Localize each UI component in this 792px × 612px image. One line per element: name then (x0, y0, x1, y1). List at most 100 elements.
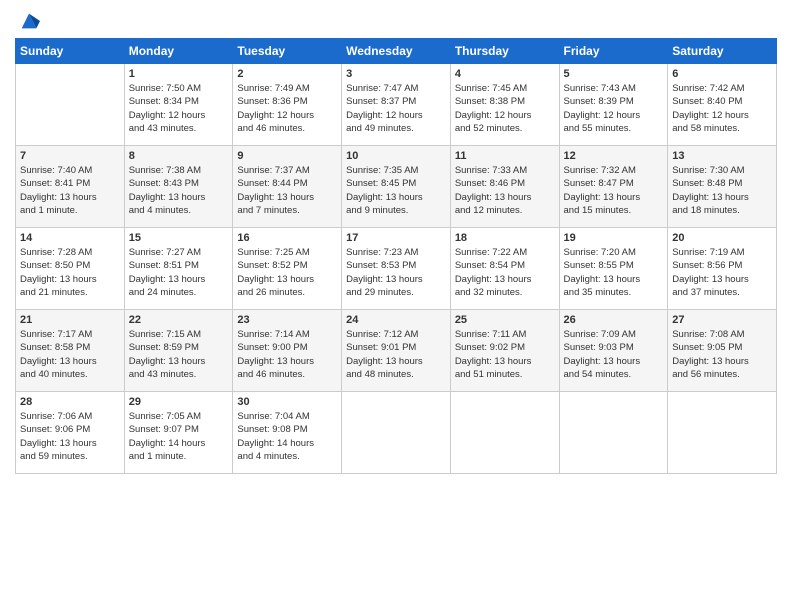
day-info: Sunrise: 7:08 AM Sunset: 9:05 PM Dayligh… (672, 328, 772, 381)
calendar-cell: 23 Sunrise: 7:14 AM Sunset: 9:00 PM Dayli… (233, 310, 342, 392)
header-cell-tuesday: Tuesday (233, 39, 342, 64)
day-number: 4 (455, 68, 555, 80)
day-number: 28 (20, 396, 120, 408)
day-number: 14 (20, 232, 120, 244)
calendar-cell: 6 Sunrise: 7:42 AM Sunset: 8:40 PM Daylig… (668, 64, 777, 146)
day-info: Sunrise: 7:32 AM Sunset: 8:47 PM Dayligh… (564, 164, 664, 217)
day-number: 7 (20, 150, 120, 162)
calendar-cell: 18 Sunrise: 7:22 AM Sunset: 8:54 PM Dayli… (450, 228, 559, 310)
calendar-cell: 8 Sunrise: 7:38 AM Sunset: 8:43 PM Daylig… (124, 146, 233, 228)
day-number: 27 (672, 314, 772, 326)
week-row-0: 1 Sunrise: 7:50 AM Sunset: 8:34 PM Daylig… (16, 64, 777, 146)
day-number: 8 (129, 150, 229, 162)
day-number: 12 (564, 150, 664, 162)
day-number: 24 (346, 314, 446, 326)
day-info: Sunrise: 7:49 AM Sunset: 8:36 PM Dayligh… (237, 82, 337, 135)
calendar-cell: 26 Sunrise: 7:09 AM Sunset: 9:03 PM Dayli… (559, 310, 668, 392)
calendar-cell: 3Sunrise: 7:47 AM Sunset: 8:37 PM Daylig… (342, 64, 451, 146)
calendar-cell: 4 Sunrise: 7:45 AM Sunset: 8:38 PM Daylig… (450, 64, 559, 146)
calendar-cell: 13 Sunrise: 7:30 AM Sunset: 8:48 PM Dayli… (668, 146, 777, 228)
day-info: Sunrise: 7:40 AM Sunset: 8:41 PM Dayligh… (20, 164, 120, 217)
day-info: Sunrise: 7:27 AM Sunset: 8:51 PM Dayligh… (129, 246, 229, 299)
header-row: SundayMondayTuesdayWednesdayThursdayFrid… (16, 39, 777, 64)
calendar-cell (668, 392, 777, 474)
calendar-cell (559, 392, 668, 474)
day-info: Sunrise: 7:14 AM Sunset: 9:00 PM Dayligh… (237, 328, 337, 381)
day-info: Sunrise: 7:11 AM Sunset: 9:02 PM Dayligh… (455, 328, 555, 381)
day-number: 16 (237, 232, 337, 244)
day-info: Sunrise: 7:43 AM Sunset: 8:39 PM Dayligh… (564, 82, 664, 135)
logo-icon (18, 10, 40, 32)
calendar-cell: 30Sunrise: 7:04 AM Sunset: 9:08 PM Dayli… (233, 392, 342, 474)
week-row-2: 14 Sunrise: 7:28 AM Sunset: 8:50 PM Dayli… (16, 228, 777, 310)
calendar-cell (450, 392, 559, 474)
main-container: SundayMondayTuesdayWednesdayThursdayFrid… (0, 0, 792, 612)
calendar-cell: 29 Sunrise: 7:05 AM Sunset: 9:07 PM Dayli… (124, 392, 233, 474)
day-info: Sunrise: 7:09 AM Sunset: 9:03 PM Dayligh… (564, 328, 664, 381)
day-info: Sunrise: 7:30 AM Sunset: 8:48 PM Dayligh… (672, 164, 772, 217)
day-number: 19 (564, 232, 664, 244)
day-info: Sunrise: 7:33 AM Sunset: 8:46 PM Dayligh… (455, 164, 555, 217)
calendar-cell (342, 392, 451, 474)
day-number: 6 (672, 68, 772, 80)
calendar-cell: 12 Sunrise: 7:32 AM Sunset: 8:47 PM Dayli… (559, 146, 668, 228)
day-info: Sunrise: 7:22 AM Sunset: 8:54 PM Dayligh… (455, 246, 555, 299)
calendar-cell: 19 Sunrise: 7:20 AM Sunset: 8:55 PM Dayli… (559, 228, 668, 310)
day-number: 2 (237, 68, 337, 80)
header-cell-monday: Monday (124, 39, 233, 64)
day-number: 1 (129, 68, 229, 80)
day-info: Sunrise: 7:15 AM Sunset: 8:59 PM Dayligh… (129, 328, 229, 381)
calendar-cell (16, 64, 125, 146)
day-info: Sunrise: 7:47 AM Sunset: 8:37 PM Dayligh… (346, 82, 446, 135)
day-info: Sunrise: 7:19 AM Sunset: 8:56 PM Dayligh… (672, 246, 772, 299)
calendar-cell: 5 Sunrise: 7:43 AM Sunset: 8:39 PM Daylig… (559, 64, 668, 146)
calendar-cell: 14 Sunrise: 7:28 AM Sunset: 8:50 PM Dayli… (16, 228, 125, 310)
day-info: Sunrise: 7:06 AM Sunset: 9:06 PM Dayligh… (20, 410, 120, 463)
calendar-cell: 24 Sunrise: 7:12 AM Sunset: 9:01 PM Dayli… (342, 310, 451, 392)
calendar-cell: 10Sunrise: 7:35 AM Sunset: 8:45 PM Dayli… (342, 146, 451, 228)
logo (15, 10, 40, 32)
day-number: 23 (237, 314, 337, 326)
day-number: 11 (455, 150, 555, 162)
calendar-cell: 21 Sunrise: 7:17 AM Sunset: 8:58 PM Dayli… (16, 310, 125, 392)
day-number: 25 (455, 314, 555, 326)
day-info: Sunrise: 7:23 AM Sunset: 8:53 PM Dayligh… (346, 246, 446, 299)
day-number: 30 (237, 396, 337, 408)
day-number: 18 (455, 232, 555, 244)
calendar-cell: 9 Sunrise: 7:37 AM Sunset: 8:44 PM Daylig… (233, 146, 342, 228)
week-row-4: 28 Sunrise: 7:06 AM Sunset: 9:06 PM Dayli… (16, 392, 777, 474)
day-info: Sunrise: 7:38 AM Sunset: 8:43 PM Dayligh… (129, 164, 229, 217)
calendar-cell: 1 Sunrise: 7:50 AM Sunset: 8:34 PM Daylig… (124, 64, 233, 146)
day-info: Sunrise: 7:20 AM Sunset: 8:55 PM Dayligh… (564, 246, 664, 299)
day-info: Sunrise: 7:42 AM Sunset: 8:40 PM Dayligh… (672, 82, 772, 135)
day-info: Sunrise: 7:37 AM Sunset: 8:44 PM Dayligh… (237, 164, 337, 217)
day-number: 26 (564, 314, 664, 326)
day-number: 5 (564, 68, 664, 80)
header-cell-wednesday: Wednesday (342, 39, 451, 64)
day-info: Sunrise: 7:35 AM Sunset: 8:45 PM Dayligh… (346, 164, 446, 217)
page-header (15, 10, 777, 32)
day-info: Sunrise: 7:17 AM Sunset: 8:58 PM Dayligh… (20, 328, 120, 381)
day-info: Sunrise: 7:28 AM Sunset: 8:50 PM Dayligh… (20, 246, 120, 299)
calendar-cell: 28 Sunrise: 7:06 AM Sunset: 9:06 PM Dayli… (16, 392, 125, 474)
day-info: Sunrise: 7:05 AM Sunset: 9:07 PM Dayligh… (129, 410, 229, 463)
day-info: Sunrise: 7:50 AM Sunset: 8:34 PM Dayligh… (129, 82, 229, 135)
day-info: Sunrise: 7:12 AM Sunset: 9:01 PM Dayligh… (346, 328, 446, 381)
day-number: 13 (672, 150, 772, 162)
day-number: 20 (672, 232, 772, 244)
day-number: 9 (237, 150, 337, 162)
day-number: 15 (129, 232, 229, 244)
calendar-cell: 16Sunrise: 7:25 AM Sunset: 8:52 PM Dayli… (233, 228, 342, 310)
day-number: 17 (346, 232, 446, 244)
calendar-table: SundayMondayTuesdayWednesdayThursdayFrid… (15, 38, 777, 474)
day-number: 29 (129, 396, 229, 408)
calendar-cell: 2 Sunrise: 7:49 AM Sunset: 8:36 PM Daylig… (233, 64, 342, 146)
day-number: 22 (129, 314, 229, 326)
calendar-cell: 15 Sunrise: 7:27 AM Sunset: 8:51 PM Dayli… (124, 228, 233, 310)
day-number: 21 (20, 314, 120, 326)
day-info: Sunrise: 7:45 AM Sunset: 8:38 PM Dayligh… (455, 82, 555, 135)
calendar-cell: 20 Sunrise: 7:19 AM Sunset: 8:56 PM Dayli… (668, 228, 777, 310)
week-row-3: 21 Sunrise: 7:17 AM Sunset: 8:58 PM Dayli… (16, 310, 777, 392)
header-cell-sunday: Sunday (16, 39, 125, 64)
header-cell-saturday: Saturday (668, 39, 777, 64)
